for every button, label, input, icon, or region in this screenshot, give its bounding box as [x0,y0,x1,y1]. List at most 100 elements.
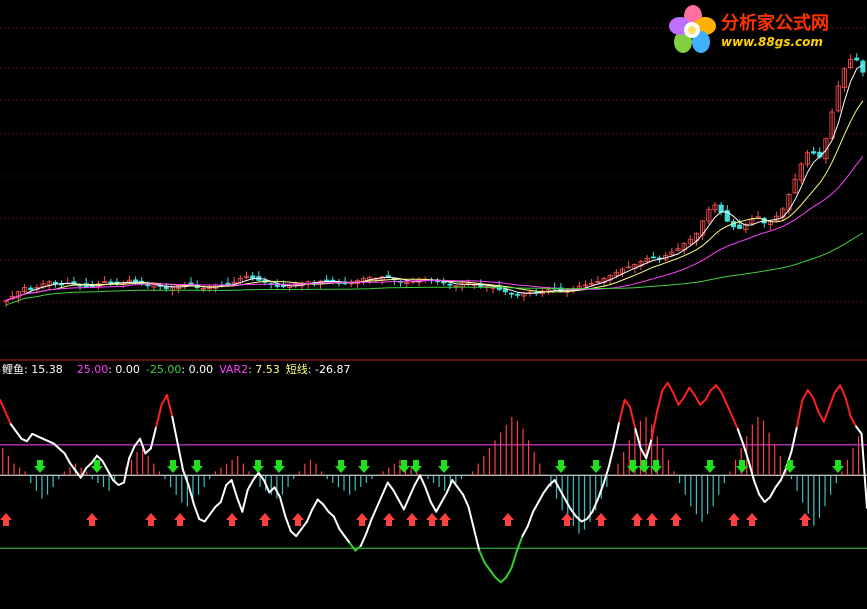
short-line-segment [279,496,287,518]
short-line-segment [160,394,168,406]
short-line-segment [203,513,211,523]
short-line-segment [483,561,491,572]
short-line-segment [752,479,761,496]
short-line-segment [790,425,798,452]
arrow-down-icon [252,460,264,473]
arrow-up-icon [646,513,658,526]
candle-body [250,275,256,279]
short-line-segment [758,493,766,503]
short-line-segment [462,493,470,508]
short-line-segment [747,459,755,482]
arrow-up-icon [631,513,643,526]
short-line-segment [300,520,308,530]
short-line-segment [440,491,448,503]
arrow-up-icon [426,513,438,526]
short-line-segment [424,486,432,503]
lower-level-value: -25.00 [145,363,182,376]
short-line-segment [85,462,93,469]
short-line-segment [419,474,427,489]
arrow-up-icon [728,513,740,526]
candle-body [718,204,724,213]
indicator-legend: 鲤鱼: 15.38 25.00: 0.00 -25.00: 0.00 VAR2: 7.… [2,363,350,377]
candle-body [508,292,515,295]
candle-body [324,279,330,282]
short-line-segment [602,467,610,486]
short-line-segment [661,381,669,392]
candle-body [860,60,866,73]
short-line-segment [446,479,454,494]
short-line-segment [392,488,400,501]
arrow-up-icon [799,513,811,526]
short-line-segment [645,437,653,460]
flower-logo-icon [669,5,716,53]
arrow-up-icon [561,513,573,526]
short-line-segment [327,510,335,518]
short-line-segment [742,442,750,462]
arrow-down-icon [358,460,370,473]
ma-mid-line [5,100,864,301]
short-line-segment [241,488,249,513]
short-line-segment [456,486,465,496]
indicator-name-value: : 15.38 [24,363,63,376]
short-line-segment [0,398,7,413]
short-line-segment [257,471,265,482]
short-line-segment [623,398,632,409]
arrow-up-icon [406,513,418,526]
short-line-segment [806,389,815,399]
short-line-value: : -26.87 [307,363,351,376]
short-line-segment [435,501,443,513]
short-line-segment [817,411,825,423]
short-line-segment [402,496,411,511]
arrow-down-icon [704,460,716,473]
short-line-segment [332,515,341,530]
arrow-down-icon [438,460,450,473]
candle-body [650,256,656,259]
candle-body [385,275,391,278]
lower-level-sep: : 0.00 [181,363,214,376]
short-line-segment [209,505,217,516]
arrow-up-icon [356,513,368,526]
short-line-segment [467,505,475,530]
chart-canvas[interactable] [0,0,867,609]
indicator-name: 鲤鱼 [2,363,24,376]
short-line-segment [720,391,728,406]
arrow-up-icon [670,513,682,526]
var2-label: VAR2 [219,363,249,376]
short-line-segment [607,445,615,469]
short-line-segment [537,491,545,503]
short-line-segment [855,425,863,435]
short-line-segment [629,406,637,431]
short-line-segment [95,454,104,462]
arrow-up-icon [259,513,271,526]
candle-body [447,283,453,286]
short-line-segment [122,457,131,484]
arrow-down-icon [832,460,844,473]
short-line-segment [542,484,551,494]
short-line-segment [144,447,152,455]
short-line-segment [650,411,658,440]
short-line-segment [505,566,513,579]
short-line-segment [672,391,680,406]
upper-level-value: 25.00 [76,363,109,376]
short-line-segment [699,398,707,406]
short-line-segment [828,391,836,409]
short-line-segment [839,384,847,399]
arrow-down-icon [638,460,650,473]
short-line-segment [688,386,696,396]
short-line-segment [214,501,222,508]
arrow-up-icon [226,513,238,526]
arrow-down-icon [191,460,203,473]
short-line-segment [736,428,745,445]
arrow-up-icon [502,513,514,526]
logo-url: www.88gs.com [721,35,823,49]
ma-long-line [5,156,864,301]
short-line-segment [763,496,772,503]
var2-value: : 7.53 [248,363,280,376]
short-line-segment [677,396,685,406]
short-line-segment [25,432,34,443]
short-line-segment [230,479,238,499]
short-line-segment [15,430,23,440]
short-line-segment [693,394,702,406]
short-line-segment [526,510,535,528]
short-line-segment [63,452,71,465]
